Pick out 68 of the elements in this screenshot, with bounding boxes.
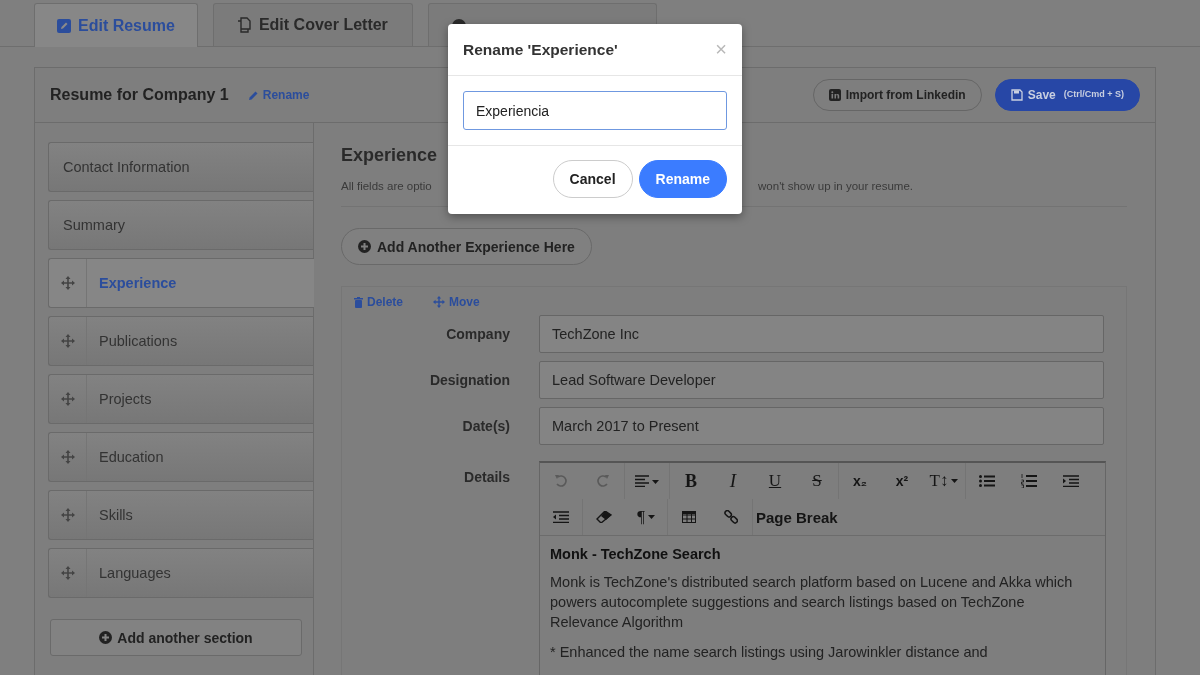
undo-icon xyxy=(554,474,568,488)
eraser-icon xyxy=(596,511,612,523)
move-icon[interactable] xyxy=(60,392,75,406)
trash-icon xyxy=(354,296,363,308)
move-icon[interactable] xyxy=(60,508,75,522)
hint-text: won't show up in your resume. xyxy=(758,180,913,192)
section-item[interactable]: Summary xyxy=(48,200,313,250)
move-icon[interactable] xyxy=(60,334,75,348)
plus-circle-icon xyxy=(99,631,113,644)
pencil-icon xyxy=(247,89,259,101)
section-item[interactable]: Education xyxy=(48,432,313,482)
plus-circle-icon xyxy=(358,240,371,253)
section-item[interactable]: Skills xyxy=(48,490,313,540)
cancel-button[interactable]: Cancel xyxy=(552,160,633,198)
input-field[interactable]: Lead Software Developer xyxy=(539,361,1104,399)
input-field[interactable]: March 2017 to Present xyxy=(539,407,1104,445)
fontsize-button[interactable]: T↕ xyxy=(923,463,965,499)
content-paragraph: * Enhanced the name search listings using Jarowinkler distance and xyxy=(550,643,989,662)
page-break-button[interactable]: Page Break xyxy=(753,499,841,535)
section-item[interactable]: Projects xyxy=(48,374,313,424)
linkedin-icon xyxy=(828,89,841,101)
italic-button[interactable]: I xyxy=(712,463,754,499)
add-section-button[interactable]: Add another section xyxy=(50,619,302,656)
caret-icon xyxy=(951,479,959,483)
move-icon[interactable] xyxy=(60,566,75,580)
underline-button[interactable]: U xyxy=(754,463,796,499)
dialog-title: Rename 'Experience' xyxy=(463,40,618,59)
section-item[interactable]: Publications xyxy=(48,316,313,366)
redo-icon xyxy=(596,474,610,488)
content-heading: Monk - TechZone Search xyxy=(550,546,722,562)
outdent-icon xyxy=(553,511,569,523)
import-button[interactable]: Import from Linkedin xyxy=(812,79,982,111)
section-heading: Experience xyxy=(341,145,439,166)
table-icon xyxy=(682,511,696,523)
bold-button[interactable]: B xyxy=(670,463,712,499)
section-item[interactable]: Contact Information xyxy=(48,142,313,192)
resume-title: Resume for Company 1 xyxy=(50,86,229,104)
caret-icon xyxy=(647,515,655,519)
edit-icon xyxy=(57,18,71,33)
rename-button[interactable]: Rename xyxy=(638,160,727,198)
copy-icon xyxy=(235,17,252,33)
hint-text: All fields are optio xyxy=(341,180,432,192)
section-item[interactable]: Experience xyxy=(48,258,314,308)
link-icon xyxy=(724,510,738,524)
tab[interactable]: Edit Cover Letter xyxy=(212,3,413,46)
content-paragraph: Monk is TechZone's distributed search platform based on Lucene and Akka which powers autocomplete suggestions and search listings based on TechZone Relevance Algorithm xyxy=(550,573,1074,632)
close-button[interactable]: × xyxy=(715,38,727,61)
field-label: Designation xyxy=(428,372,510,388)
align-left-icon xyxy=(635,475,659,487)
field-label: Details xyxy=(463,469,510,485)
strike-button[interactable]: S xyxy=(796,463,838,499)
tab[interactable]: Edit Resume xyxy=(34,3,198,47)
field-label: Company xyxy=(445,326,510,342)
superscript-button[interactable]: x² xyxy=(881,463,923,499)
numbered-list-icon xyxy=(1021,474,1037,488)
save-button[interactable]: Save (Ctrl/Cmd + S) xyxy=(994,79,1140,111)
move-icon[interactable] xyxy=(60,276,75,290)
bullet-list-icon xyxy=(979,475,995,487)
move-icon[interactable] xyxy=(60,450,75,464)
field-label: Date(s) xyxy=(461,418,510,434)
move-icon xyxy=(433,296,446,308)
name-input-field[interactable]: Experiencia xyxy=(463,91,727,130)
subscript-button[interactable]: x₂ xyxy=(839,463,881,499)
input-field[interactable]: TechZone Inc xyxy=(539,315,1104,353)
add-experience-button[interactable]: Add Another Experience Here xyxy=(341,228,592,265)
section-item[interactable]: Languages xyxy=(48,548,313,598)
indent-icon xyxy=(1063,475,1079,487)
paragraph-button[interactable]: ¶ xyxy=(625,499,667,535)
